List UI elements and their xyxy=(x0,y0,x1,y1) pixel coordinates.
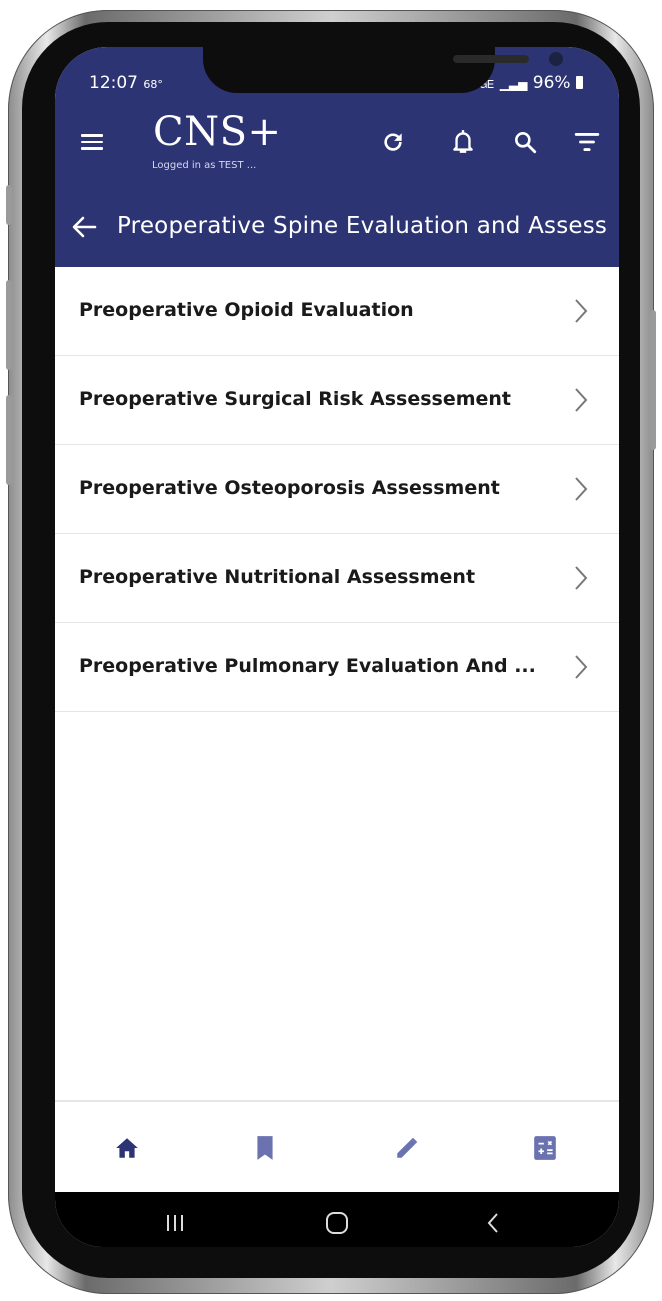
search-icon[interactable] xyxy=(505,122,545,162)
home-button-icon[interactable] xyxy=(317,1206,357,1240)
pencil-icon[interactable] xyxy=(385,1126,429,1170)
section-header: Preoperative Spine Evaluation and Assess xyxy=(55,187,619,267)
menu-icon[interactable] xyxy=(81,134,103,150)
chevron-right-icon xyxy=(575,655,588,679)
chevron-right-icon xyxy=(575,388,588,412)
phone-mockup: 12:07 68° ᏞᏀᎬ ▁▃▅ 96% CNS+ Logged in as … xyxy=(0,0,662,1301)
logged-in-label: Logged in as TEST ... xyxy=(152,160,257,171)
bookmark-icon[interactable] xyxy=(243,1126,287,1170)
chevron-right-icon xyxy=(575,477,588,501)
list-item-label: Preoperative Surgical Risk Assessement xyxy=(79,388,512,410)
list-item-label: Preoperative Pulmonary Evaluation And ..… xyxy=(79,655,536,677)
app-bar: CNS+ Logged in as TEST ... xyxy=(55,102,619,187)
assessment-list: Preoperative Opioid Evaluation Preoperat… xyxy=(55,267,619,712)
chevron-right-icon xyxy=(575,566,588,590)
calculator-icon[interactable] xyxy=(523,1126,567,1170)
system-navigation-bar xyxy=(55,1192,619,1247)
camera-notch xyxy=(203,47,563,93)
back-arrow-icon[interactable] xyxy=(71,215,97,239)
signal-icon: ▁▃▅ xyxy=(499,77,528,91)
section-title: Preoperative Spine Evaluation and Assess xyxy=(117,213,608,239)
bottom-navigation xyxy=(55,1100,619,1194)
filter-icon[interactable] xyxy=(567,122,607,162)
power-button xyxy=(650,310,656,450)
status-temperature: 68° xyxy=(143,78,163,91)
volume-up-button xyxy=(6,280,12,370)
status-time: 12:07 68° xyxy=(89,73,163,93)
bell-icon[interactable] xyxy=(443,122,483,162)
list-item-label: Preoperative Nutritional Assessment xyxy=(79,566,476,588)
volume-down-button xyxy=(6,395,12,485)
list-item-label: Preoperative Osteoporosis Assessment xyxy=(79,477,500,499)
system-back-icon[interactable] xyxy=(473,1206,513,1240)
list-item[interactable]: Preoperative Pulmonary Evaluation And ..… xyxy=(55,623,619,712)
front-camera xyxy=(549,52,563,66)
side-button xyxy=(6,185,12,225)
refresh-icon[interactable] xyxy=(373,122,413,162)
list-item[interactable]: Preoperative Nutritional Assessment xyxy=(55,534,619,623)
list-item[interactable]: Preoperative Surgical Risk Assessement xyxy=(55,356,619,445)
home-icon[interactable] xyxy=(105,1126,149,1170)
battery-icon xyxy=(576,76,583,89)
list-item-label: Preoperative Opioid Evaluation xyxy=(79,299,414,321)
speaker-grille xyxy=(453,55,529,63)
screen: 12:07 68° ᏞᏀᎬ ▁▃▅ 96% CNS+ Logged in as … xyxy=(55,47,619,1247)
chevron-right-icon xyxy=(575,299,588,323)
app-title: CNS+ xyxy=(153,109,282,155)
battery-level: 96% xyxy=(532,73,571,93)
list-item[interactable]: Preoperative Opioid Evaluation xyxy=(55,267,619,356)
list-item[interactable]: Preoperative Osteoporosis Assessment xyxy=(55,445,619,534)
recent-apps-icon[interactable] xyxy=(155,1206,195,1240)
